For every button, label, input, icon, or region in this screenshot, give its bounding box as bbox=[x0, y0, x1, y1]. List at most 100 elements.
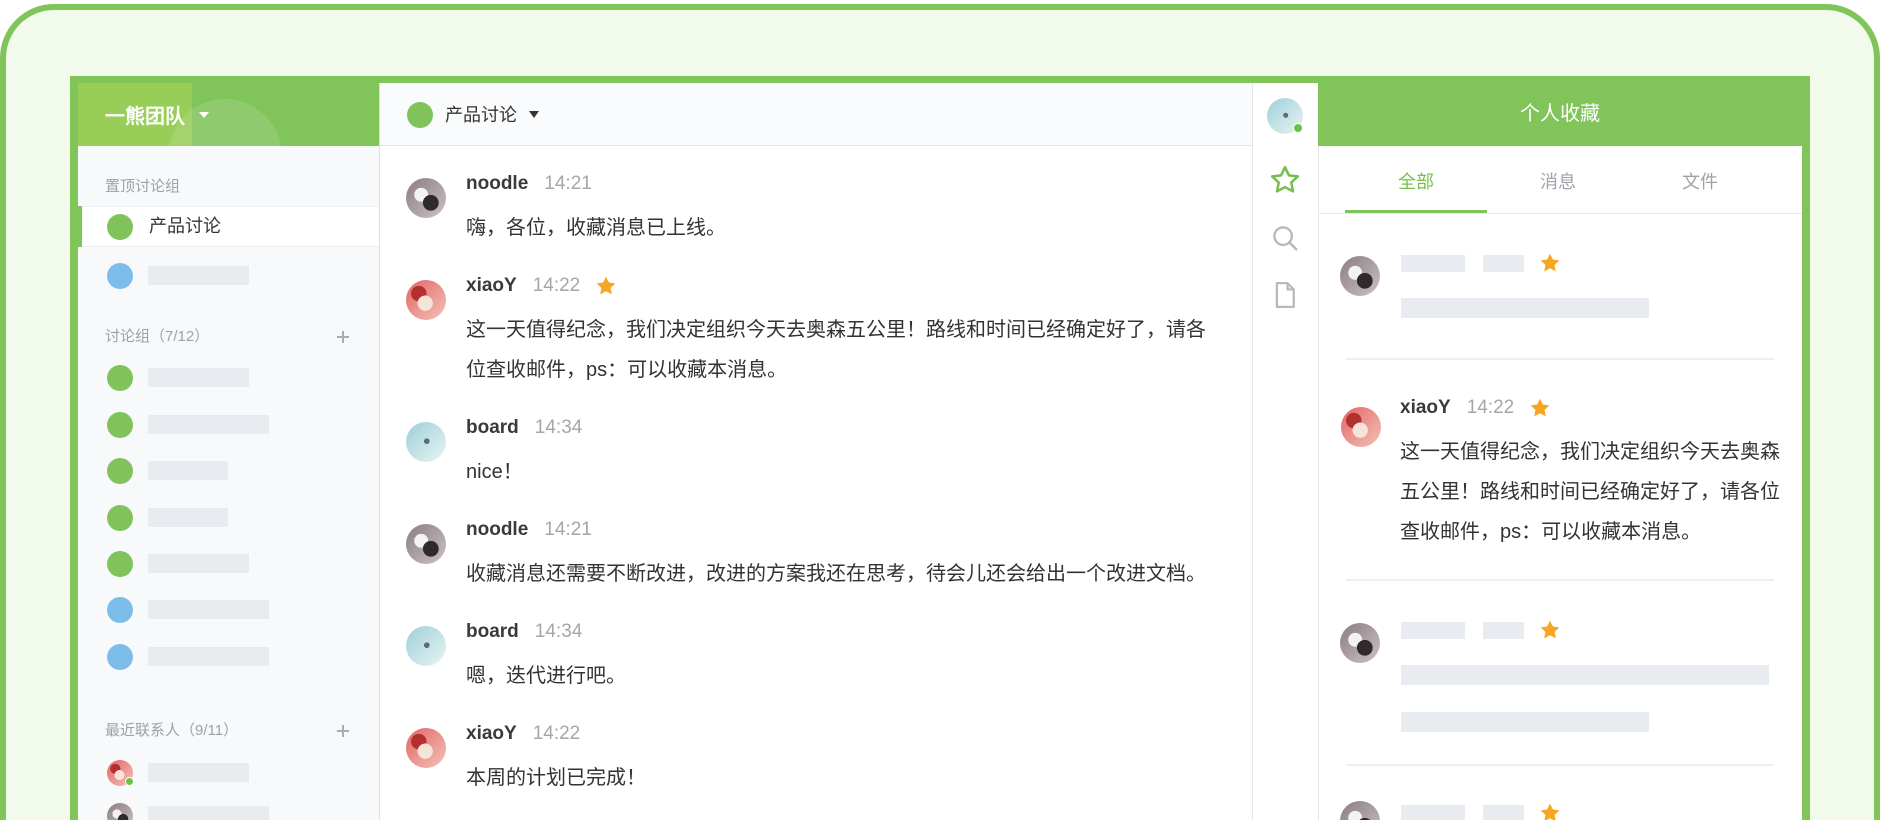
avatar[interactable] bbox=[406, 422, 446, 462]
sidebar-item-pinned-group[interactable]: 产品讨论 bbox=[78, 206, 379, 247]
star-icon[interactable] bbox=[595, 275, 617, 297]
star-icon[interactable] bbox=[1539, 619, 1561, 641]
sidebar-item-pinned-group[interactable] bbox=[78, 256, 379, 296]
message-time: 14:21 bbox=[544, 173, 592, 194]
group-color-dot bbox=[107, 551, 133, 577]
avatar bbox=[1340, 256, 1380, 296]
message-list: noodle 14:21 嗨，各位，收藏消息已上线。 xiaoY 14:22 这… bbox=[380, 146, 1252, 820]
favorite-item-header: xiaoY 14:22 bbox=[1400, 394, 1551, 422]
group-color-dot bbox=[107, 214, 133, 240]
message-text: 本周的计划已完成！ bbox=[466, 767, 646, 789]
sidebar: 一熊团队 置顶讨论组 产品讨论 讨论组（7/12） 最近联系人（9/11） bbox=[78, 83, 379, 820]
skeleton-bar bbox=[148, 266, 249, 285]
sidebar-item-group[interactable] bbox=[78, 590, 379, 630]
add-group-button[interactable] bbox=[337, 331, 349, 343]
skeleton-bar bbox=[148, 806, 269, 820]
message-author[interactable]: xiaoY bbox=[466, 723, 517, 745]
file-icon[interactable] bbox=[1270, 280, 1300, 310]
message[interactable]: board 14:34 nice！ bbox=[380, 414, 1252, 492]
message-text: 收藏消息还需要不断改进，改进的方案我还在思考，待会儿还会给出一个改进文档。 bbox=[466, 563, 1206, 585]
avatar[interactable] bbox=[406, 626, 446, 666]
message-header: noodle 14:21 bbox=[466, 170, 1252, 198]
skeleton-bar bbox=[148, 368, 249, 387]
message-author[interactable]: noodle bbox=[466, 173, 528, 195]
message[interactable]: noodle 14:21 收藏消息还需要不断改进，改进的方案我还在思考，待会儿还… bbox=[380, 516, 1252, 594]
favorites-panel: 个人收藏 全部 消息 文件 xiaoY 14:22 这一天值得纪念，我们决定组织… bbox=[1318, 83, 1802, 820]
skeleton-bar bbox=[1483, 805, 1524, 820]
sidebar-item-group[interactable] bbox=[78, 358, 379, 398]
search-icon[interactable] bbox=[1270, 223, 1300, 253]
active-indicator bbox=[78, 206, 82, 247]
tab-messages[interactable]: 消息 bbox=[1487, 146, 1629, 213]
message-text: 嗯，迭代进行吧。 bbox=[466, 665, 626, 687]
message-author[interactable]: xiaoY bbox=[1400, 397, 1451, 419]
message-time: 14:22 bbox=[532, 275, 581, 296]
star-icon[interactable] bbox=[1269, 164, 1301, 196]
team-switcher[interactable]: 一熊团队 bbox=[105, 83, 209, 146]
message[interactable]: xiaoY 14:22 本周的计划已完成！ bbox=[380, 720, 1252, 798]
star-icon[interactable] bbox=[1539, 252, 1561, 274]
message[interactable]: board 14:34 嗯，迭代进行吧。 bbox=[380, 618, 1252, 696]
sidebar-item-contact[interactable] bbox=[78, 796, 379, 820]
chevron-down-icon bbox=[529, 110, 539, 118]
add-contact-button[interactable] bbox=[337, 725, 349, 737]
message-author[interactable]: xiaoY bbox=[466, 275, 517, 297]
sidebar-item-group[interactable] bbox=[78, 451, 379, 491]
message-text: nice！ bbox=[466, 461, 523, 483]
sidebar-item-group[interactable] bbox=[78, 544, 379, 584]
skeleton-bar bbox=[1401, 622, 1465, 639]
sidebar-item-contact[interactable] bbox=[78, 753, 379, 793]
message-header: xiaoY 14:22 bbox=[466, 720, 1252, 748]
channel-switcher[interactable]: 产品讨论 bbox=[445, 83, 539, 145]
message-header: xiaoY 14:22 bbox=[466, 272, 1252, 300]
skeleton-bar bbox=[148, 763, 249, 782]
group-color-dot bbox=[107, 597, 133, 623]
message[interactable]: xiaoY 14:22 这一天值得纪念，我们决定组织今天去奥森五公里！路线和时间… bbox=[380, 272, 1252, 390]
skeleton-bar bbox=[148, 508, 228, 527]
pinned-section-label: 置顶讨论组 bbox=[105, 178, 181, 195]
sidebar-item-group[interactable] bbox=[78, 498, 379, 538]
avatar[interactable] bbox=[1341, 407, 1381, 447]
avatar[interactable] bbox=[406, 728, 446, 768]
message-header: board 14:34 bbox=[466, 414, 1252, 442]
group-color-dot bbox=[107, 505, 133, 531]
sidebar-item-group[interactable] bbox=[78, 405, 379, 445]
channel-name: 产品讨论 bbox=[445, 105, 517, 125]
skeleton-bar bbox=[148, 647, 269, 666]
chat-panel: 产品讨论 noodle 14:21 嗨，各位，收藏消息已上线。 xiaoY 14… bbox=[379, 83, 1252, 820]
message-time: 14:22 bbox=[1466, 397, 1515, 418]
sidebar-item-label: 产品讨论 bbox=[149, 216, 221, 236]
star-icon[interactable] bbox=[1529, 397, 1551, 419]
divider bbox=[1346, 764, 1774, 766]
sidebar-item-group[interactable] bbox=[78, 637, 379, 677]
group-color-dot bbox=[107, 644, 133, 670]
message-time: 14:22 bbox=[532, 723, 581, 744]
chevron-down-icon bbox=[199, 111, 209, 118]
icon-rail bbox=[1252, 83, 1318, 820]
skeleton-bar bbox=[1483, 255, 1524, 272]
message[interactable]: noodle 14:21 嗨，各位，收藏消息已上线。 bbox=[380, 170, 1252, 248]
online-status-dot bbox=[125, 777, 134, 786]
message-header: noodle 14:21 bbox=[466, 516, 1252, 544]
message-author[interactable]: board bbox=[466, 621, 519, 643]
message-author[interactable]: noodle bbox=[466, 519, 528, 541]
favorite-item-text: 这一天值得纪念，我们决定组织今天去奥森五公里！路线和时间已经确定好了，请各位查收… bbox=[1400, 441, 1780, 543]
avatar bbox=[1340, 623, 1380, 663]
skeleton-bar bbox=[1401, 805, 1465, 820]
panel-title: 个人收藏 bbox=[1520, 103, 1600, 125]
tab-files[interactable]: 文件 bbox=[1629, 146, 1771, 213]
message-author[interactable]: board bbox=[466, 417, 519, 439]
skeleton-bar bbox=[1401, 712, 1649, 732]
message-text: 这一天值得纪念，我们决定组织今天去奥森五公里！路线和时间已经确定好了，请各位查收… bbox=[466, 319, 1206, 381]
star-icon[interactable] bbox=[1539, 802, 1561, 820]
avatar[interactable] bbox=[406, 280, 446, 320]
avatar[interactable] bbox=[406, 524, 446, 564]
avatar[interactable] bbox=[406, 178, 446, 218]
tab-all[interactable]: 全部 bbox=[1345, 146, 1487, 213]
skeleton-bar bbox=[148, 554, 249, 573]
team-name: 一熊团队 bbox=[105, 106, 185, 128]
group-color-dot bbox=[107, 365, 133, 391]
divider bbox=[1346, 358, 1774, 360]
chat-header: 产品讨论 bbox=[380, 83, 1252, 146]
message-text: 嗨，各位，收藏消息已上线。 bbox=[466, 217, 726, 239]
